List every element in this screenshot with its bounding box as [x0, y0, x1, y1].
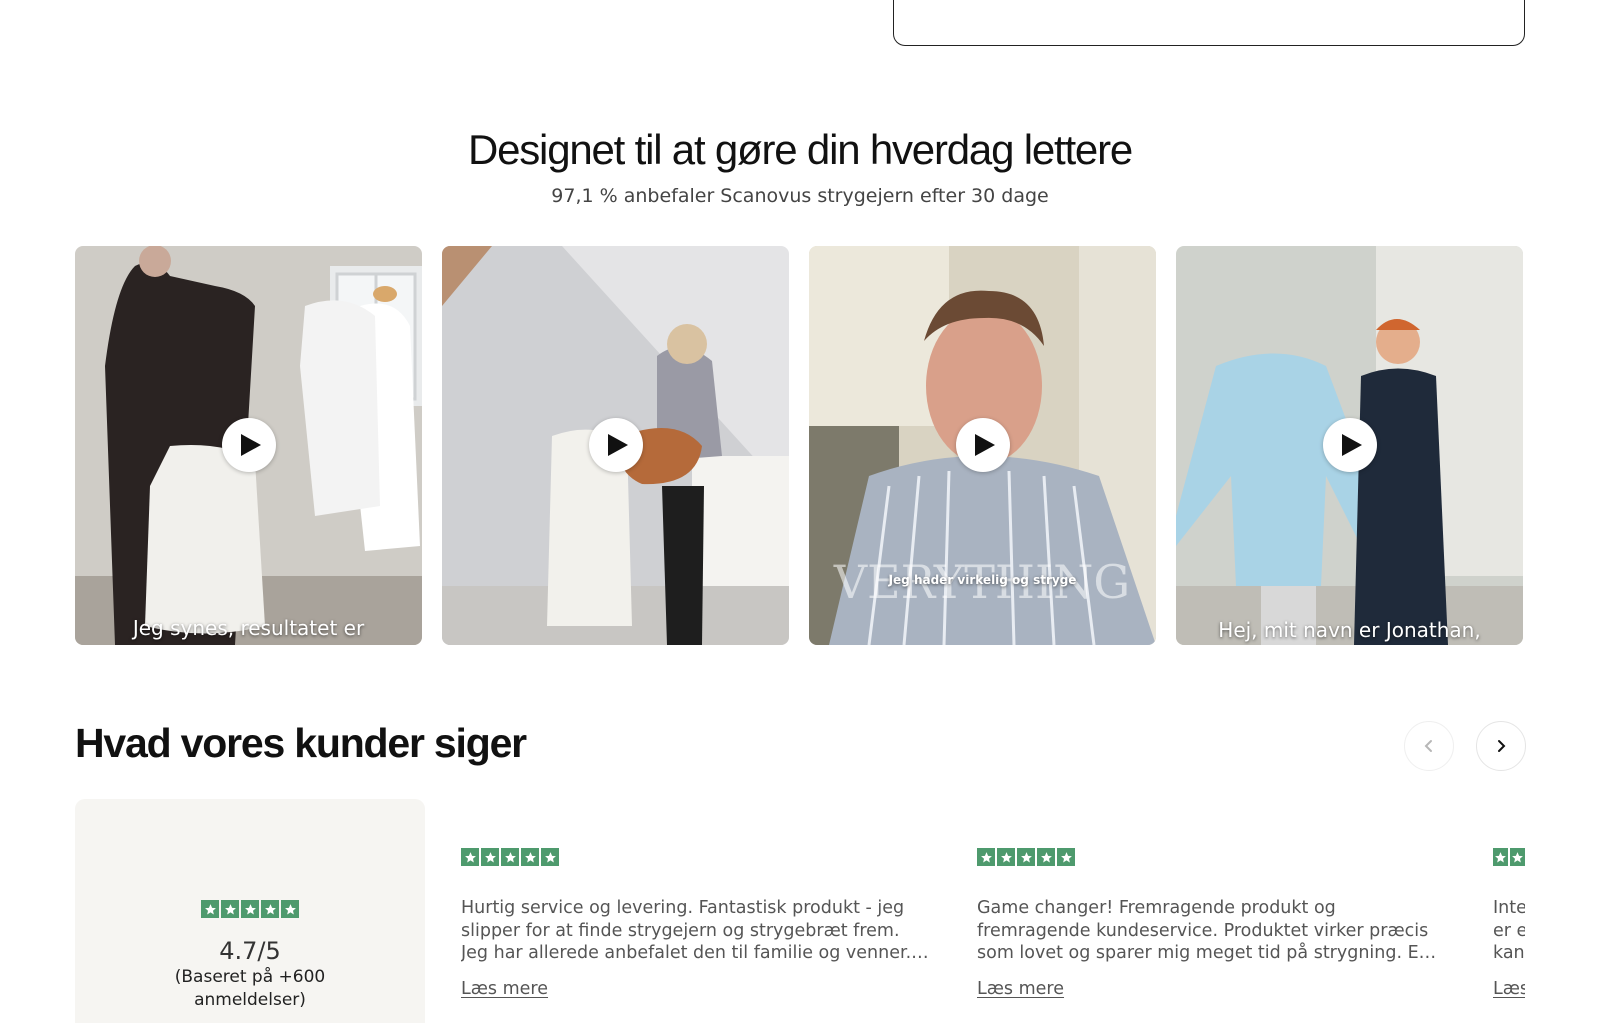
star-icon	[977, 848, 995, 866]
section-subtitle: 97,1 % anbefaler Scanovus strygejern eft…	[551, 185, 1049, 207]
star-icon	[481, 848, 499, 866]
review-card-partial: Inte er e kan Læs	[1493, 848, 1525, 1008]
play-icon	[974, 434, 995, 456]
star-icon	[1493, 848, 1508, 866]
top-outlined-box	[893, 0, 1525, 46]
star-icon	[461, 848, 479, 866]
star-icon	[997, 848, 1015, 866]
chevron-left-icon	[1424, 740, 1432, 752]
review-stars	[977, 848, 1447, 866]
review-text: Hurtig service og levering. Fantastisk p…	[461, 898, 912, 963]
star-icon	[281, 900, 299, 918]
video-caption: Jeg hader virkelig og stryge	[888, 573, 1077, 587]
star-icon	[1057, 848, 1075, 866]
play-button[interactable]	[588, 418, 643, 472]
play-icon	[1341, 434, 1362, 456]
play-icon	[240, 434, 261, 456]
star-icon	[521, 848, 539, 866]
star-icon	[221, 900, 239, 918]
review-stars	[1493, 848, 1525, 866]
carousel-prev-button[interactable]	[1404, 721, 1454, 771]
star-icon	[501, 848, 519, 866]
video-card-2[interactable]	[442, 246, 789, 645]
star-icon	[241, 900, 259, 918]
video-card-3[interactable]: VERYTHING Jeg hader virkelig og stryge	[809, 246, 1156, 645]
star-icon	[541, 848, 559, 866]
video-carousel: Jeg synes, resultatet er VERYTHING Jeg h…	[75, 246, 1525, 645]
star-icon	[1510, 848, 1525, 866]
rating-summary-card: 4.7/5 (Baseret på +600 anmeldelser)	[75, 799, 425, 1023]
star-icon	[1017, 848, 1035, 866]
review-text: Game changer! Fremragende produkt og fre…	[977, 898, 1430, 963]
review-stars	[461, 848, 931, 866]
rating-basis: (Baseret på +600 anmeldelser)	[174, 967, 326, 1010]
read-more-link[interactable]: Læs mere	[461, 979, 548, 999]
reviews-title: Hvad vores kunder siger	[75, 720, 527, 766]
play-button[interactable]	[1322, 418, 1377, 472]
section-title: Designet til at gøre din hverdag lettere	[467, 126, 1133, 173]
carousel-next-button[interactable]	[1476, 721, 1526, 771]
chevron-right-icon	[1498, 740, 1506, 752]
star-icon	[1037, 848, 1055, 866]
star-icon	[201, 900, 219, 918]
read-more-link[interactable]: Læs	[1493, 979, 1525, 999]
star-icon	[261, 900, 279, 918]
video-card-4[interactable]: Hej, mit navn er Jonathan,	[1176, 246, 1523, 645]
play-button[interactable]	[221, 418, 276, 472]
read-more-link[interactable]: Læs mere	[977, 979, 1064, 999]
video-caption: Jeg synes, resultatet er	[132, 616, 365, 640]
video-card-1[interactable]: Jeg synes, resultatet er	[75, 246, 422, 645]
rating-stars	[201, 900, 299, 918]
play-button[interactable]	[955, 418, 1010, 472]
video-caption: Hej, mit navn er Jonathan,	[1218, 618, 1481, 642]
review-text: Inte er e kan	[1493, 898, 1525, 963]
play-icon	[607, 434, 628, 456]
review-card: Game changer! Fremragende produkt og fre…	[977, 848, 1447, 999]
rating-score: 4.7/5	[219, 937, 281, 965]
review-card: Hurtig service og levering. Fantastisk p…	[461, 848, 931, 999]
